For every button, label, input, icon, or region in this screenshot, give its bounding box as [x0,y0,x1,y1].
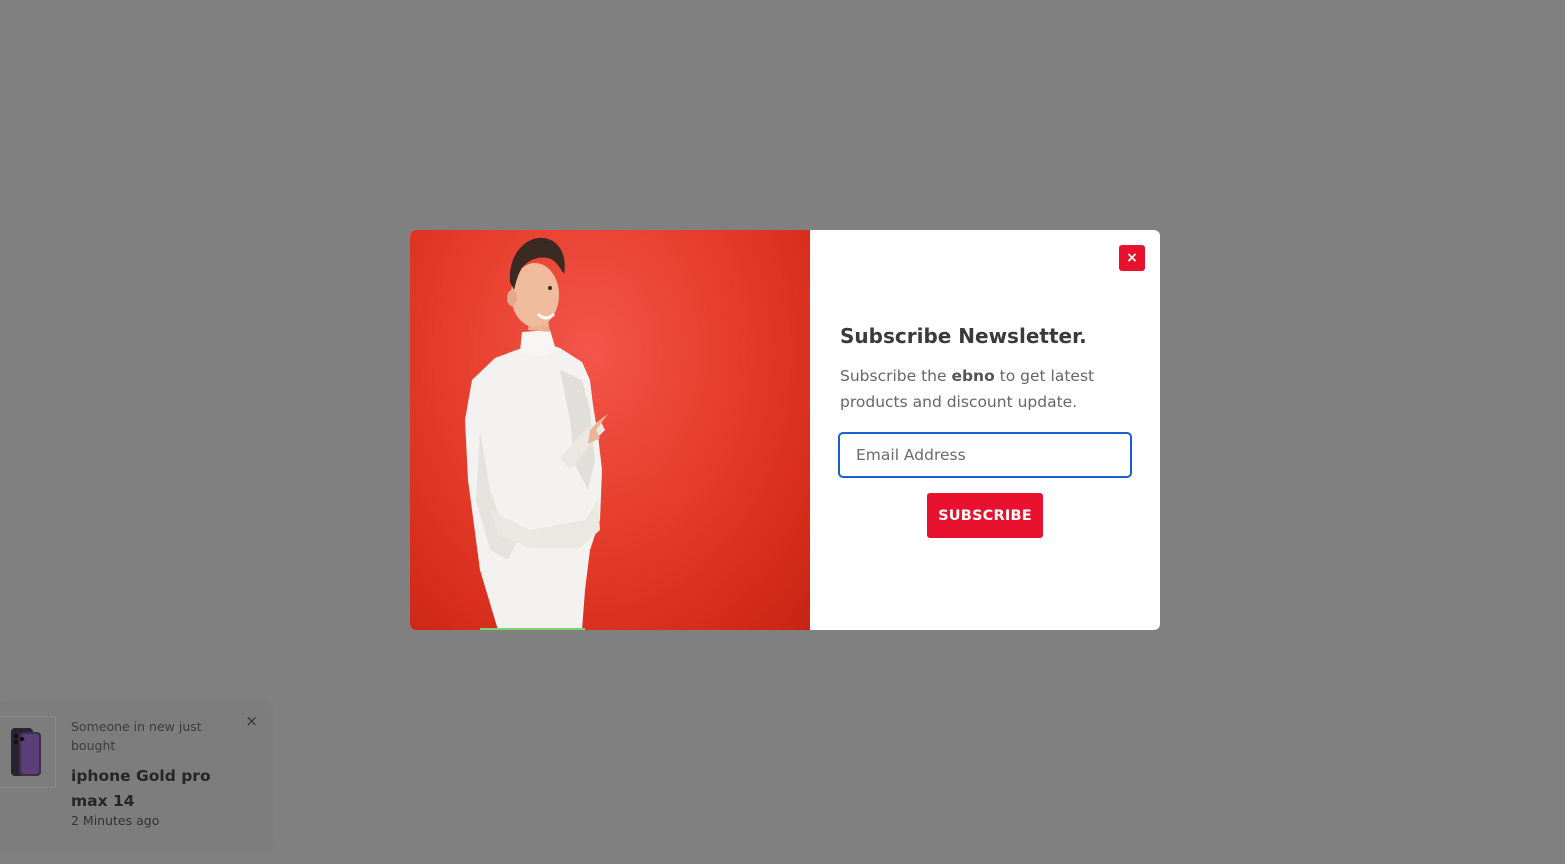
notification-product-name[interactable]: iphone Gold pro max 14 [71,764,251,814]
email-input[interactable] [838,432,1132,478]
man-pointing-image [465,237,608,630]
newsletter-modal: × Subscribe Newsletter. Subscribe the eb… [410,230,1160,630]
notification-time: 2 Minutes ago [71,813,160,828]
newsletter-title: Subscribe Newsletter. [840,324,1087,348]
close-icon: × [1126,250,1138,266]
close-button[interactable]: × [1119,245,1145,271]
phone-product-image [11,728,41,776]
product-thumbnail[interactable] [0,716,56,788]
close-icon: × [245,712,258,730]
newsletter-image [410,230,810,630]
image-accent-line [480,628,585,630]
purchase-notification: × Someone in new just bought iphone Gold… [0,702,270,845]
description-prefix: Subscribe the [840,367,952,385]
newsletter-content: × Subscribe Newsletter. Subscribe the eb… [810,230,1160,630]
brand-name: ebno [951,367,995,385]
subscribe-button[interactable]: SUBSCRIBE [927,493,1043,538]
notification-prefix: Someone in new just bought [71,719,202,753]
newsletter-description: Subscribe the ebno to get latest product… [840,363,1130,415]
notification-close-button[interactable]: × [245,712,258,730]
